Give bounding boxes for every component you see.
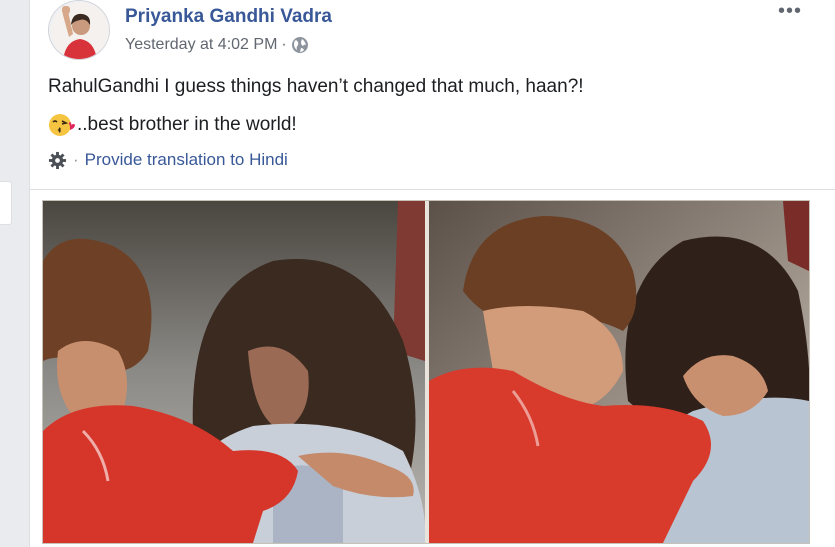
post-divider	[30, 189, 835, 190]
post-text-line-2-row: ..best brother in the world!	[48, 112, 297, 138]
kissing-face-emoji-icon	[48, 112, 76, 138]
post-meta: Yesterday at 4:02 PM ·	[125, 36, 309, 54]
photo-image	[43, 201, 809, 543]
author-avatar[interactable]	[48, 0, 110, 60]
post-text-line-1: RahulGandhi I guess things haven’t chang…	[48, 76, 584, 97]
author-name-link[interactable]: Priyanka Gandhi Vadra	[125, 6, 332, 28]
ellipsis-icon[interactable]: •••	[778, 1, 802, 21]
adjacent-panel-edge	[0, 181, 12, 225]
gear-icon[interactable]	[48, 151, 67, 170]
post-photo[interactable]	[42, 200, 810, 544]
post-card: Priyanka Gandhi Vadra Yesterday at 4:02 …	[29, 0, 835, 547]
post-text-line-2: ..best brother in the world!	[77, 114, 297, 135]
translation-separator: ·	[73, 150, 79, 169]
post-timestamp[interactable]: Yesterday at 4:02 PM	[125, 36, 277, 54]
meta-separator: ·	[281, 36, 287, 53]
avatar-image	[49, 1, 109, 59]
globe-icon[interactable]	[291, 36, 309, 54]
translation-row: · Provide translation to Hindi	[48, 150, 288, 170]
provide-translation-link[interactable]: Provide translation to Hindi	[85, 150, 288, 170]
